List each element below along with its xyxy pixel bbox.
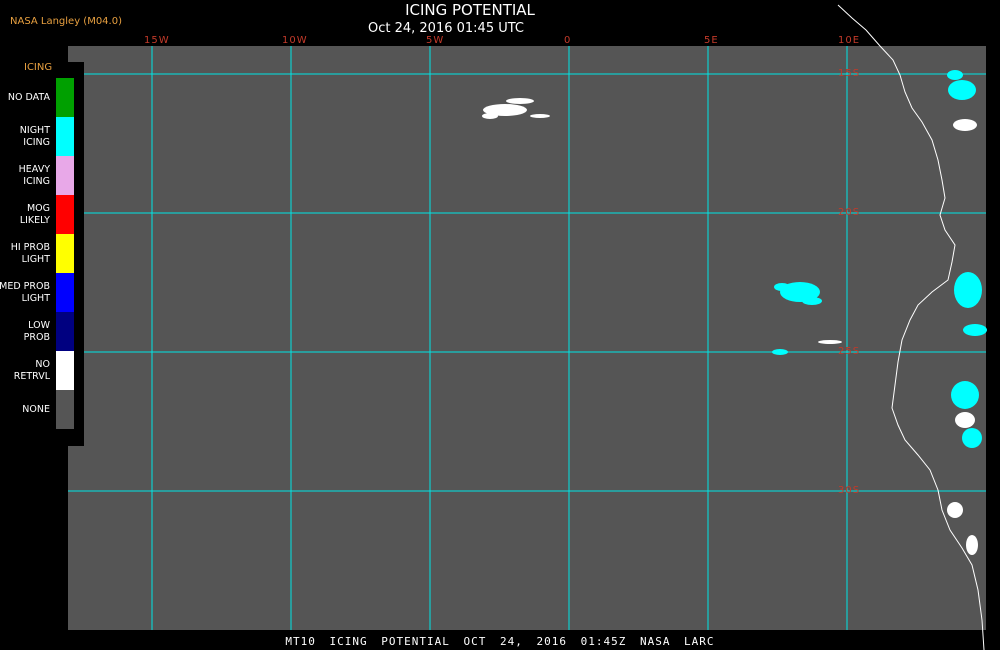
lat-label-20s: 20S	[838, 207, 861, 218]
map-background	[68, 46, 986, 630]
legend-title: ICING	[24, 62, 53, 73]
lon-label-15w: 15W	[144, 35, 170, 46]
footer-caption: MT10 ICING POTENTIAL OCT 24, 2016 01:45Z…	[285, 635, 715, 648]
map-title: ICING POTENTIAL	[405, 1, 535, 19]
legend-swatch	[56, 390, 74, 429]
lon-label-0: 0	[564, 35, 572, 46]
legend-swatch	[56, 312, 74, 351]
legend-item-med-prob-light: MED PROB LIGHT	[0, 273, 84, 312]
legend-swatch	[56, 351, 74, 390]
legend-item-hi-prob-light: HI PROB LIGHT	[0, 234, 84, 273]
legend-label: MOG LIKELY	[19, 202, 50, 226]
legend-swatch	[56, 78, 74, 117]
legend-item-none: NONE	[0, 390, 84, 429]
legend-item-night-icing: NIGHT ICING	[0, 117, 84, 156]
legend-swatch	[56, 117, 74, 156]
legend-swatch	[56, 156, 74, 195]
legend-swatch	[56, 273, 74, 312]
legend-label: MED PROB LIGHT	[0, 280, 50, 304]
legend-label: LOW PROB	[23, 319, 50, 343]
legend-label: HI PROB LIGHT	[10, 241, 50, 265]
lon-label-10w: 10W	[282, 35, 308, 46]
legend-item-low-prob: LOW PROB	[0, 312, 84, 351]
legend-label: HEAVY ICING	[18, 163, 50, 187]
lon-label-10e: 10E	[838, 35, 861, 46]
lat-label-30s: 30S	[838, 485, 861, 496]
legend-label: NONE	[22, 403, 50, 415]
legend-item-heavy-icing: HEAVY ICING	[0, 156, 84, 195]
legend-swatch	[56, 195, 74, 234]
legend-item-mog-likely: MOG LIKELY	[0, 195, 84, 234]
satellite-map[interactable]	[0, 0, 1000, 650]
lon-label-5w: 5W	[426, 35, 445, 46]
legend-label: NO RETRVL	[13, 358, 50, 382]
legend-label: NIGHT ICING	[19, 124, 50, 148]
icing-legend: ICING NO DATA NIGHT ICING HEAVY ICING MO…	[0, 62, 84, 446]
legend-item-no-retrvl: NO RETRVL	[0, 351, 84, 390]
lat-label-25s: 25S	[838, 346, 861, 357]
lat-label-15s: 15S	[838, 68, 861, 79]
legend-item-no-data: NO DATA	[0, 78, 84, 117]
legend-swatch	[56, 234, 74, 273]
map-subtitle: Oct 24, 2016 01:45 UTC	[368, 21, 524, 36]
lon-label-5e: 5E	[704, 35, 719, 46]
legend-label: NO DATA	[7, 91, 50, 103]
